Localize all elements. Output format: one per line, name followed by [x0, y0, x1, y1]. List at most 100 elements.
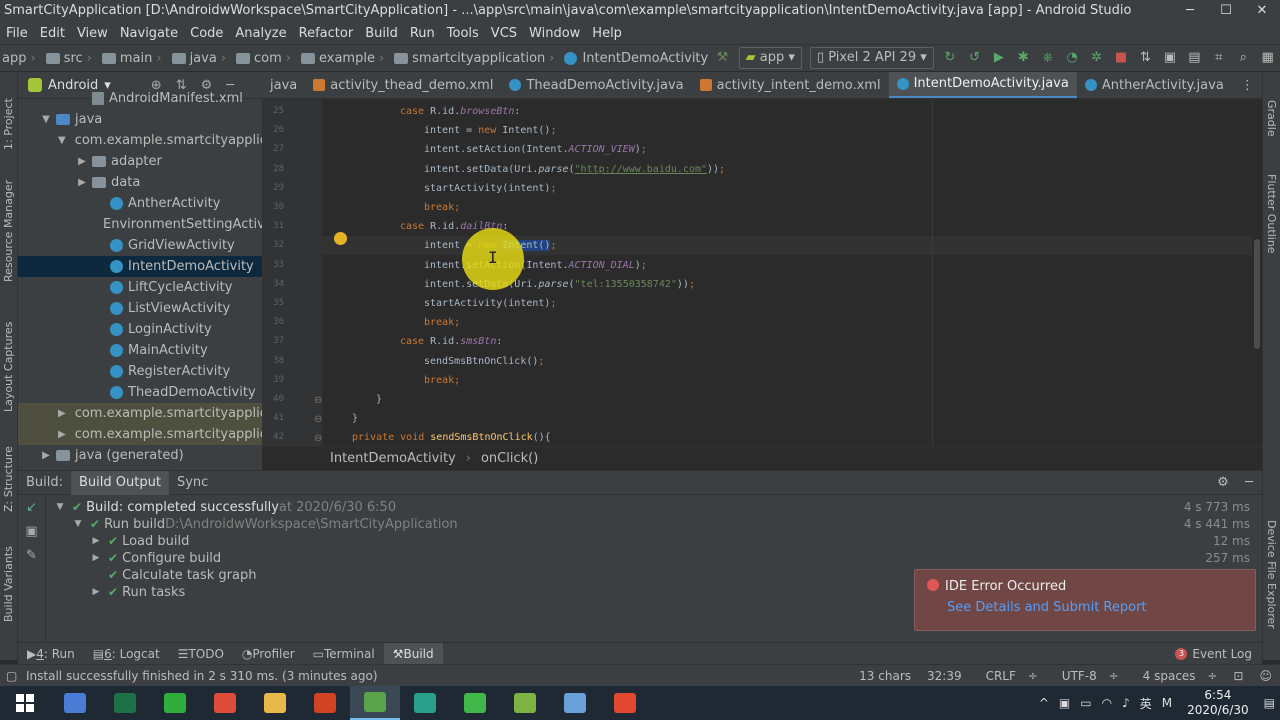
nav-crumb-com[interactable]: com › — [228, 51, 293, 66]
stripe-build-variants[interactable]: Build Variants — [2, 546, 15, 622]
status-encoding[interactable]: UTF-8 ÷ — [1046, 669, 1127, 683]
taskbar-file-explorer[interactable] — [250, 686, 300, 720]
code-line[interactable]: } — [376, 390, 382, 409]
nav-crumb-example[interactable]: example › — [293, 51, 386, 66]
tree-item[interactable]: ▶ com.example.smartcityapplic — [18, 403, 262, 424]
attach-debugger-icon[interactable]: ⎈ — [1040, 49, 1056, 67]
avd-manager-icon[interactable]: ▤ — [1186, 49, 1202, 67]
code-line[interactable]: startActivity(intent); — [424, 294, 556, 313]
taskbar-green-c-app[interactable] — [450, 686, 500, 720]
stripe-device-file-explorer[interactable]: Device File Explorer — [1265, 520, 1278, 629]
chevron-right-icon[interactable]: ▶ — [40, 445, 52, 466]
menu-tools[interactable]: Tools — [441, 26, 485, 41]
tab-build-output[interactable]: Build Output — [71, 470, 169, 495]
chevron-up-icon[interactable]: ^ — [1034, 696, 1054, 710]
breadcrumb-method[interactable]: onClick() — [481, 451, 538, 466]
menu-file[interactable]: File — [0, 26, 34, 41]
tab-antheractivity-java[interactable]: AntherActivity.java — [1077, 72, 1232, 98]
tool-todo[interactable]: ☰ TODO — [169, 643, 233, 665]
ime-mode-icon[interactable]: M — [1157, 696, 1177, 710]
project-structure-icon[interactable]: ▦ — [1259, 49, 1275, 67]
stop-icon[interactable]: ■ — [1113, 49, 1129, 67]
device-dropdown[interactable]: ▯ Pixel 2 API 29 ▾ — [809, 47, 934, 69]
tab-sync[interactable]: Sync — [169, 475, 216, 490]
tab-activity-intent-demo-xml[interactable]: activity_intent_demo.xml — [692, 72, 889, 98]
stripe-layout-captures[interactable]: Layout Captures — [2, 322, 15, 412]
tree-item[interactable]: TheadDemoActivity — [18, 382, 262, 403]
tab-activity-thead-demo-xml[interactable]: activity_thead_demo.xml — [305, 72, 501, 98]
taskbar-feather-app[interactable] — [50, 686, 100, 720]
tree-item[interactable]: LoginActivity — [18, 319, 262, 340]
tool-build[interactable]: ⚒ Build — [383, 642, 443, 665]
tab-theaddemoactivity-java[interactable]: TheadDemoActivity.java — [501, 72, 691, 98]
code-line[interactable]: break; — [424, 198, 460, 217]
debug-icon[interactable]: ✱ — [1015, 49, 1031, 67]
lock-icon[interactable]: ⊡ — [1225, 669, 1251, 683]
tool-logcat[interactable]: ▤ 6: Logcat — [84, 643, 169, 665]
hide-icon[interactable]: ─ — [1236, 475, 1262, 490]
tree-item[interactable]: EnvironmentSettingActivit — [18, 214, 262, 235]
tab-intentdemoactivity-java[interactable]: IntentDemoActivity.java — [888, 72, 1077, 98]
tree-item[interactable]: ListViewActivity — [18, 298, 262, 319]
code-editor[interactable]: case R.id.browseBtn: intent = new Intent(… — [322, 99, 1252, 446]
taskbar-excel[interactable] — [100, 686, 150, 720]
taskbar-teal-app[interactable] — [400, 686, 450, 720]
volume-icon[interactable]: ♪ — [1117, 696, 1135, 710]
tool-run[interactable]: ▶ 4: Run — [18, 643, 84, 665]
chevron-right-icon[interactable]: ▶ — [90, 550, 102, 567]
taskbar-red-c-app[interactable] — [600, 686, 650, 720]
run-icon[interactable]: ▶ — [991, 49, 1007, 67]
tree-item[interactable]: IntentDemoActivity — [18, 256, 262, 277]
chevron-right-icon[interactable]: ▶ — [58, 424, 66, 445]
profile-icon[interactable]: ◔ — [1064, 49, 1080, 67]
menu-window[interactable]: Window — [523, 26, 586, 41]
editor-scrollbar[interactable] — [1252, 99, 1262, 446]
error-details-link[interactable]: See Details and Submit Report — [927, 600, 1243, 615]
menu-edit[interactable]: Edit — [34, 26, 71, 41]
rerun-icon[interactable]: ↙ — [18, 500, 45, 524]
stripe-structure[interactable]: Z: Structure — [2, 446, 15, 512]
tree-item[interactable]: MainActivity — [18, 340, 262, 361]
chevron-right-icon[interactable]: ▶ — [58, 403, 66, 424]
sdk-manager-icon[interactable]: ▣ — [1162, 49, 1178, 67]
tray-app-icon[interactable]: ▣ — [1054, 696, 1075, 710]
sync-icon[interactable]: ⇅ — [1137, 49, 1153, 67]
tree-item[interactable]: ▼ com.example.smartcityapplic — [18, 130, 262, 151]
stripe-flutter-outline[interactable]: Flutter Outline — [1265, 174, 1278, 254]
tree-item[interactable]: ▼ java — [18, 109, 262, 130]
code-line[interactable]: intent.setData(Uri.parse("http://www.bai… — [424, 160, 725, 179]
code-line[interactable]: intent.setData(Uri.parse("tel:1355035874… — [424, 275, 695, 294]
menu-run[interactable]: Run — [404, 26, 441, 41]
nav-crumb-app[interactable]: app › — [0, 51, 38, 66]
run-config-dropdown[interactable]: ▰ app ▾ — [738, 47, 802, 69]
code-line[interactable]: sendSmsBtnOnClick(); — [424, 352, 544, 371]
tree-item[interactable]: ▶ adapter — [18, 151, 262, 172]
nav-crumb-main[interactable]: main › — [94, 51, 164, 66]
toggle-view-icon[interactable]: ▣ — [18, 524, 45, 548]
chevron-right-icon[interactable]: ▶ — [76, 151, 88, 172]
status-line-separator[interactable]: CRLF ÷ — [970, 669, 1046, 683]
notifications-icon[interactable]: ▤ — [1259, 696, 1280, 710]
menu-refactor[interactable]: Refactor — [293, 26, 360, 41]
close-icon[interactable]: ✕ — [1244, 0, 1280, 22]
stripe-project[interactable]: 1: Project — [2, 98, 15, 150]
code-line[interactable]: private void sendSmsBtnOnClick(){ — [352, 428, 551, 446]
breadcrumb-class[interactable]: IntentDemoActivity — [330, 451, 456, 466]
build-row[interactable]: ▼ ✔ Build: completed successfully at 2020/… — [54, 499, 397, 516]
menu-build[interactable]: Build — [359, 26, 404, 41]
menu-code[interactable]: Code — [184, 26, 229, 41]
tree-item[interactable]: AntherActivity — [18, 193, 262, 214]
lightbulb-icon[interactable] — [334, 232, 347, 245]
chevron-down-icon[interactable]: ▼ — [72, 516, 84, 533]
tree-item[interactable]: LiftCycleActivity — [18, 277, 262, 298]
tree-item[interactable]: ▶ java (generated) — [18, 445, 262, 466]
code-line[interactable]: break; — [424, 371, 460, 390]
wifi-icon[interactable]: ◠ — [1097, 696, 1117, 710]
maximize-icon[interactable]: ☐ — [1208, 0, 1244, 22]
code-line[interactable]: } — [352, 409, 358, 428]
coverage-icon[interactable]: ✲ — [1088, 49, 1104, 67]
code-line[interactable]: intent.setAction(Intent.ACTION_VIEW); — [424, 140, 647, 159]
pin-icon[interactable]: ✎ — [18, 548, 45, 572]
taskbar-powerpoint[interactable] — [300, 686, 350, 720]
clock[interactable]: 6:54 2020/6/30 — [1177, 688, 1259, 718]
